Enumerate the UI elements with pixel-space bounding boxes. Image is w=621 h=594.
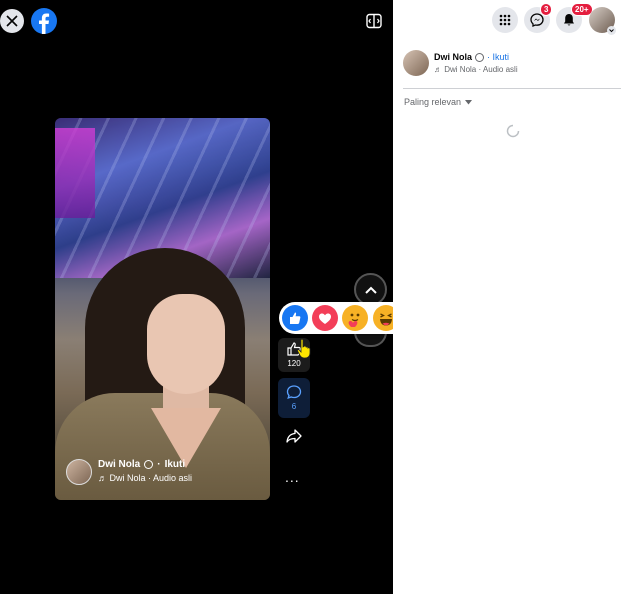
thumbs-up-icon [290, 312, 301, 324]
video-viewer: Dwi Nola · Ikuti ♬ Dwi Nola · Audio asli… [0, 0, 497, 594]
reaction-love[interactable] [312, 305, 338, 331]
share-icon [286, 429, 302, 443]
share-button[interactable] [285, 427, 303, 445]
author-name[interactable]: Dwi Nola [434, 52, 472, 62]
close-button[interactable] [0, 9, 24, 33]
top-bar: 3 20+ [393, 0, 621, 40]
divider [403, 88, 621, 89]
comment-button[interactable]: 6 [278, 378, 310, 418]
likes-count: 120 [287, 359, 301, 368]
sort-label: Paling relevan [404, 97, 462, 107]
more-icon: ... [285, 469, 300, 485]
messenger-badge: 3 [540, 3, 553, 16]
follow-link[interactable]: · Ikuti [487, 52, 509, 62]
globe-icon [144, 460, 154, 469]
audio-label[interactable]: Dwi Nola · Audio asli [110, 473, 193, 483]
sidebar-toggle-icon [366, 13, 382, 29]
care-icon [348, 313, 360, 327]
comments-panel: 3 20+ Dwi Nola · Ikuti ♬ Dwi Nola · Audi… [393, 0, 621, 594]
avatar[interactable] [403, 50, 429, 76]
grid-menu-icon [499, 14, 511, 26]
facebook-logo[interactable] [31, 8, 57, 34]
audio-label[interactable]: Dwi Nola · Audio asli [444, 65, 517, 74]
reaction-care[interactable] [342, 305, 368, 331]
music-note-icon: ♬ [434, 65, 442, 74]
reaction-like[interactable] [282, 305, 308, 331]
loading-spinner-icon [506, 124, 520, 138]
sidebar-toggle-button[interactable] [366, 13, 382, 29]
video-subject-face [147, 294, 225, 394]
chevron-down-icon [607, 26, 616, 35]
comment-sort-dropdown[interactable]: Paling relevan [404, 97, 473, 107]
post-header: Dwi Nola · Ikuti ♬ Dwi Nola · Audio asli [403, 50, 518, 76]
comment-icon [286, 385, 302, 400]
reel-video[interactable] [55, 118, 270, 500]
video-light [55, 128, 95, 218]
chevron-up-icon [364, 286, 377, 294]
author-name[interactable]: Dwi Nola [98, 459, 140, 470]
more-button[interactable]: ... [285, 470, 300, 484]
caret-down-icon [465, 99, 473, 104]
hand-cursor-icon [296, 338, 312, 360]
close-icon [6, 15, 18, 27]
avatar[interactable] [66, 459, 92, 485]
comments-count: 6 [291, 402, 297, 411]
follow-link[interactable]: Ikuti [165, 459, 186, 470]
heart-icon [319, 313, 331, 324]
separator: · [157, 459, 161, 470]
menu-button[interactable] [492, 7, 518, 33]
video-author: Dwi Nola · Ikuti ♬ Dwi Nola · Audio asli [66, 459, 192, 485]
bell-icon [564, 14, 574, 26]
music-note-icon: ♬ [98, 473, 107, 483]
globe-icon [475, 52, 485, 62]
